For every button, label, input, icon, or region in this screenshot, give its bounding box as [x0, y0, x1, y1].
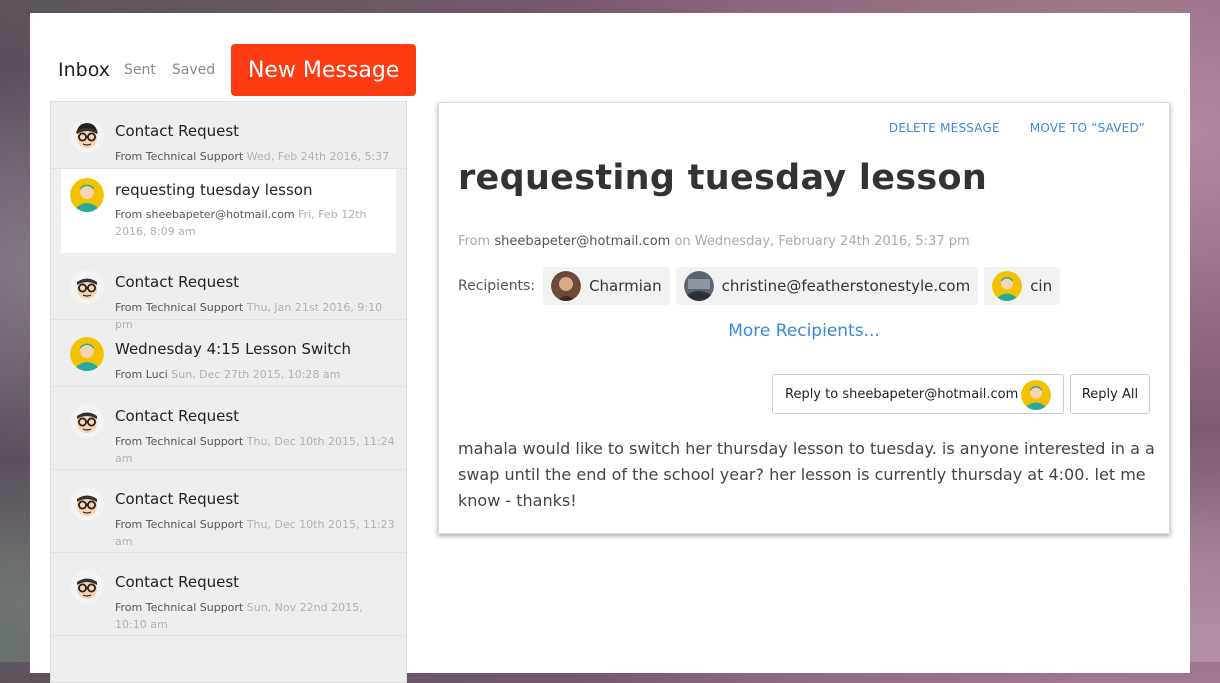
person-avatar-icon: [1021, 380, 1051, 410]
message-sender: From Technical Support: [115, 301, 244, 314]
photo-avatar-icon: [551, 271, 582, 301]
person-avatar-icon: [992, 271, 1023, 301]
message-list-item[interactable]: Contact Request From Technical Support T…: [51, 470, 406, 553]
message-list-item[interactable]: Contact Request From Technical Support S…: [51, 553, 406, 636]
nerd-avatar-icon: [70, 570, 104, 604]
message-subject: Contact Request: [115, 490, 240, 508]
message-list-item[interactable]: Contact Request From Technical Support T…: [51, 253, 406, 331]
nerd-avatar-icon: [70, 270, 104, 304]
message-body: mahala would like to switch her thursday…: [458, 439, 1155, 510]
message-list-item[interactable]: Wednesday 4:15 Lesson Switch From Luci S…: [51, 320, 406, 387]
message-subject: Contact Request: [115, 122, 240, 140]
new-message-button[interactable]: New Message: [231, 44, 417, 96]
photo-avatar-icon: [683, 271, 714, 301]
message-subject: Wednesday 4:15 Lesson Switch: [115, 340, 352, 358]
nerd-avatar-icon: [70, 487, 104, 521]
message-subject: Contact Request: [115, 273, 240, 291]
recipient-chip[interactable]: christine@featherstonestyle.com: [675, 267, 979, 305]
message-subject: Contact Request: [115, 407, 240, 425]
message-meta: From Technical Support Sun, Nov 22nd 201…: [115, 599, 395, 633]
move-to-saved-link[interactable]: MOVE TO “SAVED”: [1030, 121, 1145, 135]
message-meta: From Luci Sun, Dec 27th 2015, 10:28 am: [115, 366, 395, 383]
tab-saved[interactable]: Saved: [172, 62, 215, 78]
recipients-row: Recipients: Charmian christine@featherst…: [458, 267, 1066, 305]
message-title: requesting tuesday lesson: [458, 158, 988, 198]
message-meta: From sheebapeter@hotmail.com Fri, Feb 12…: [115, 206, 395, 240]
mailbox-tabs: Inbox Sent Saved New Message: [58, 43, 417, 97]
tab-sent[interactable]: Sent: [124, 62, 156, 78]
message-sender: From Luci: [115, 368, 168, 381]
message-subject: requesting tuesday lesson: [115, 181, 313, 199]
from-prefix: From: [458, 234, 491, 249]
main-card: Inbox Sent Saved New Message Contact Req…: [30, 13, 1190, 683]
message-meta: From Technical Support Thu, Dec 10th 201…: [115, 433, 395, 467]
message-sender: From Technical Support: [115, 150, 244, 163]
message-subject: Contact Request: [115, 573, 240, 591]
message-detail-panel: DELETE MESSAGE MOVE TO “SAVED” requestin…: [438, 102, 1170, 534]
reply-button[interactable]: Reply to sheebapeter@hotmail.com: [772, 374, 1064, 414]
message-sender: From Technical Support: [115, 518, 244, 531]
recipients-label: Recipients:: [458, 278, 536, 294]
nerd-avatar-icon: [70, 119, 104, 153]
message-list-item-selected[interactable]: requesting tuesday lesson From sheebapet…: [61, 169, 396, 253]
message-list-item[interactable]: Contact Request From Technical Support T…: [51, 387, 406, 470]
person-avatar-icon: [70, 178, 104, 212]
recipient-name: Charmian: [589, 277, 662, 295]
message-from-line: From sheebapeter@hotmail.com on Wednesda…: [458, 234, 970, 249]
message-actions: DELETE MESSAGE MOVE TO “SAVED”: [889, 121, 1145, 135]
message-list-item[interactable]: Contact Request From Technical Support W…: [51, 102, 406, 180]
person-avatar-icon: [70, 337, 104, 371]
from-email: sheebapeter@hotmail.com: [494, 234, 671, 249]
reply-label: Reply to sheebapeter@hotmail.com: [785, 386, 1019, 402]
nerd-avatar-icon: [70, 404, 104, 438]
message-date: Sun, Dec 27th 2015, 10:28 am: [171, 368, 341, 381]
recipient-chip[interactable]: cin: [984, 267, 1061, 305]
message-sender: From Technical Support: [115, 435, 244, 448]
tab-inbox[interactable]: Inbox: [58, 59, 110, 81]
delete-message-link[interactable]: DELETE MESSAGE: [889, 121, 1000, 135]
more-recipients-link[interactable]: More Recipients...: [439, 321, 1169, 341]
recipient-name: cin: [1030, 277, 1053, 295]
recipient-name: christine@featherstonestyle.com: [721, 277, 971, 295]
recipient-chip[interactable]: Charmian: [543, 267, 670, 305]
message-sender: From Technical Support: [115, 601, 244, 614]
message-list: Contact Request From Technical Support W…: [50, 101, 407, 683]
message-meta: From Technical Support Thu, Dec 10th 201…: [115, 516, 395, 550]
message-date-text: on Wednesday, February 24th 2016, 5:37 p…: [674, 234, 970, 249]
message-sender: From sheebapeter@hotmail.com: [115, 208, 295, 221]
reply-all-button[interactable]: Reply All: [1070, 374, 1150, 414]
